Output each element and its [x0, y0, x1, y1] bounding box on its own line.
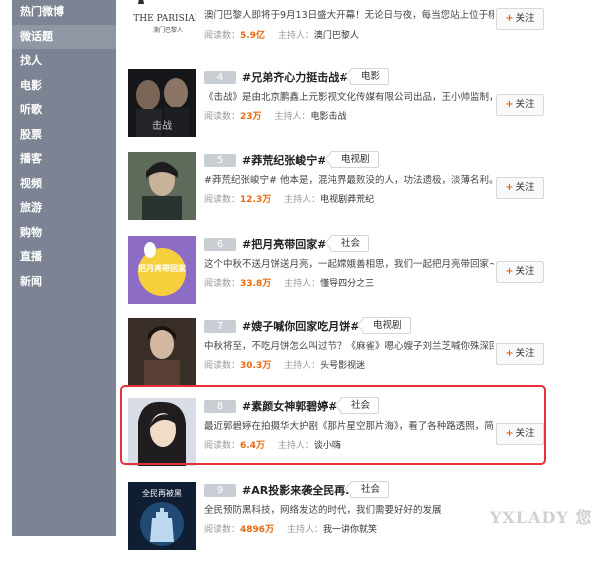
sidebar-item-podcast[interactable]: 播客 — [12, 147, 116, 172]
follow-label: 关注 — [515, 348, 535, 359]
parisian-logo-subtext: 澳门巴黎人 — [153, 26, 183, 34]
host-label: 主持人： — [274, 112, 311, 122]
rank-badge: 7 — [204, 320, 236, 333]
parisian-logo-text: THE PARISIAN — [133, 14, 196, 24]
category-tag[interactable]: 社会 — [350, 481, 390, 498]
topic-row: 全民再被黑 9 #AR投影来袭全民再... 社会 全民预防黑科技，网络发达的时代… — [128, 481, 548, 566]
follow-label: 关注 — [515, 182, 535, 193]
reads-value: 30.3万 — [240, 361, 272, 371]
host-label: 主持人： — [286, 525, 323, 535]
topic-row: 把月亮带回家 6 #把月亮带回家# 社会 这个中秋不送月饼送月亮，一起嫦娥善相思… — [128, 235, 548, 320]
topic-thumbnail[interactable]: THE PARISIAN 澳门巴黎人 — [128, 0, 196, 42]
rank-badge: 9 — [204, 484, 236, 497]
host-name[interactable]: 头号影视迷 — [320, 361, 365, 371]
topic-thumbnail[interactable]: 全民再被黑 — [128, 482, 196, 550]
sidebar-item-stocks[interactable]: 股票 — [12, 123, 116, 148]
plus-icon: + — [505, 266, 514, 277]
sidebar-item-movies[interactable]: 电影 — [12, 74, 116, 99]
topic-stats: 阅读数：5.9亿 主持人：澳门巴黎人 — [204, 28, 359, 41]
category-tag[interactable]: 电视剧 — [362, 317, 411, 334]
topic-thumbnail[interactable] — [128, 152, 196, 220]
topic-thumbnail[interactable] — [128, 318, 196, 386]
watermark: YXLADY 您 — [490, 508, 593, 527]
reads-label: 阅读数： — [204, 361, 241, 371]
category-tag[interactable]: 电视剧 — [330, 151, 379, 168]
reads-label: 阅读数： — [204, 195, 241, 205]
host-name[interactable]: 电视剧莽荒纪 — [320, 195, 374, 205]
host-name[interactable]: 电影击战 — [310, 112, 346, 122]
follow-label: 关注 — [515, 266, 535, 277]
host-name[interactable]: 懂导四分之三 — [320, 279, 374, 289]
host-label: 主持人： — [284, 279, 321, 289]
follow-button[interactable]: + 关注 — [496, 343, 544, 365]
sidebar: 热门微博 微话题 找人 电影 听歌 股票 播客 视频 旅游 购物 直播 新闻 — [12, 0, 116, 536]
reads-label: 阅读数： — [204, 279, 241, 289]
reads-label: 阅读数： — [204, 112, 241, 122]
topic-thumbnail[interactable]: 击战 — [128, 69, 196, 137]
follow-label: 关注 — [515, 13, 535, 24]
highlight-frame — [120, 385, 546, 465]
ar-poster-text: 全民再被黑 — [142, 488, 182, 498]
follow-button[interactable]: + 关注 — [496, 94, 544, 116]
host-label: 主持人： — [284, 195, 321, 205]
reads-value: 12.3万 — [240, 195, 272, 205]
host-name[interactable]: 我一讲你就笑 — [323, 525, 377, 535]
sidebar-item-music[interactable]: 听歌 — [12, 98, 116, 123]
topic-stats: 阅读数：33.8万 主持人：懂导四分之三 — [204, 276, 374, 289]
reads-value: 5.9亿 — [240, 31, 265, 41]
reads-value: 4896万 — [240, 525, 275, 535]
sidebar-item-news[interactable]: 新闻 — [12, 270, 116, 295]
follow-button[interactable]: + 关注 — [496, 177, 544, 199]
reads-value: 33.8万 — [240, 279, 272, 289]
sidebar-item-video[interactable]: 视频 — [12, 172, 116, 197]
sidebar-item-shopping[interactable]: 购物 — [12, 221, 116, 246]
topic-stats: 阅读数：4896万 主持人：我一讲你就笑 — [204, 522, 377, 535]
topic-row: 击战 4 #兄弟齐心力挺击战# 电影 《击战》是由北京鹏鑫上元影视文化传媒有限公… — [128, 68, 548, 153]
topic-title[interactable]: #AR投影来袭全民再... — [242, 482, 358, 498]
topic-description: 澳门巴黎人即将于9月13日盛大开幕！无论日与夜，每当您站上位于栩栩复... — [204, 10, 494, 21]
category-tag[interactable]: 社会 — [330, 235, 370, 252]
host-label: 主持人： — [277, 31, 314, 41]
plus-icon: + — [505, 99, 514, 110]
topic-stats: 阅读数：12.3万 主持人：电视剧莽荒纪 — [204, 192, 374, 205]
movie-poster-text: 击战 — [152, 120, 172, 132]
topic-title[interactable]: #嫂子喊你回家吃月饼# — [242, 318, 359, 334]
topic-row: 5 #莽荒纪张峻宁# 电视剧 #莽荒纪张峻宁# 他本是，混沌界最败没的人，功法遗… — [128, 151, 548, 236]
topic-title[interactable]: #把月亮带回家# — [242, 236, 326, 252]
sidebar-item-live[interactable]: 直播 — [12, 245, 116, 270]
rank-badge: 4 — [204, 71, 236, 84]
topic-description: 《击战》是由北京鹏鑫上元影视文化传媒有限公司出品，王小帅监制，闫... — [204, 92, 494, 103]
host-name[interactable]: 澳门巴黎人 — [314, 31, 359, 41]
plus-icon: + — [505, 348, 514, 359]
page: 热门微博 微话题 找人 电影 听歌 股票 播客 视频 旅游 购物 直播 新闻 T… — [0, 0, 600, 550]
topic-description: 中秋将至，不吃月饼怎么叫过节？《麻雀》嗯心嫂子刘兰芝喊你殊深回家... — [204, 341, 494, 352]
rank-badge: 5 — [204, 154, 236, 167]
topic-stats: 阅读数：30.3万 主持人：头号影视迷 — [204, 358, 365, 371]
sidebar-item-hot-weibo[interactable]: 热门微博 — [12, 0, 116, 25]
reads-label: 阅读数： — [204, 525, 241, 535]
reads-value: 23万 — [240, 112, 262, 122]
sidebar-item-find-people[interactable]: 找人 — [12, 49, 116, 74]
moon-poster-text: 把月亮带回家 — [138, 263, 187, 273]
topic-description: #莽荒纪张峻宁# 他本是，混沌界最败没的人，功法遗极，淡薄名利。世间... — [204, 175, 494, 186]
topic-thumbnail[interactable]: 把月亮带回家 — [128, 236, 196, 304]
topic-row: THE PARISIAN 澳门巴黎人 澳门巴黎人即将于9月13日盛大开幕！无论日… — [128, 0, 548, 58]
plus-icon: + — [505, 182, 514, 193]
topic-title[interactable]: #兄弟齐心力挺击战# — [242, 69, 348, 85]
topic-description: 这个中秋不送月饼送月亮，一起嫦娥善相思，我们一起把月亮带回家~ — [204, 259, 494, 270]
rank-badge: 6 — [204, 238, 236, 251]
reads-label: 阅读数： — [204, 31, 241, 41]
plus-icon: + — [505, 13, 514, 24]
sidebar-item-travel[interactable]: 旅游 — [12, 196, 116, 221]
follow-button[interactable]: + 关注 — [496, 8, 544, 30]
follow-label: 关注 — [515, 99, 535, 110]
topic-stats: 阅读数：23万 主持人：电影击战 — [204, 109, 346, 122]
topic-title[interactable]: #莽荒纪张峻宁# — [242, 152, 326, 168]
follow-button[interactable]: + 关注 — [496, 261, 544, 283]
category-tag[interactable]: 电影 — [350, 68, 390, 85]
sidebar-item-topics[interactable]: 微话题 — [12, 24, 116, 49]
topic-description: 全民预防黑科技，网络发达的时代，我们需要好好的发展 — [204, 505, 442, 516]
host-label: 主持人： — [284, 361, 321, 371]
